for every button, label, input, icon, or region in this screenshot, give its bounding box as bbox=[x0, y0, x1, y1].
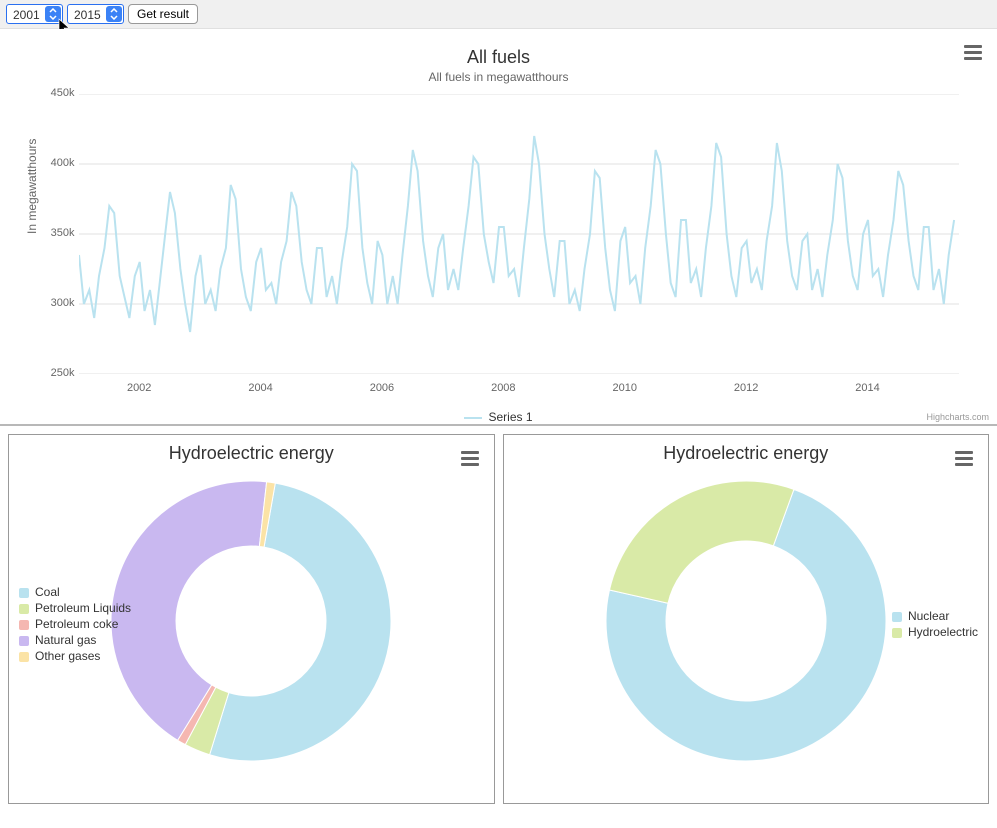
main-chart: All fuels All fuels in megawatthours In … bbox=[0, 29, 997, 424]
legend-item[interactable]: Petroleum Liquids bbox=[19, 601, 131, 615]
y-tick: 400k bbox=[39, 157, 75, 169]
legend-swatch bbox=[19, 620, 29, 630]
legend-swatch bbox=[19, 636, 29, 646]
legend-label: Petroleum Liquids bbox=[35, 601, 131, 615]
panel-right: Hydroelectric energy Nuclear Hydroelectri… bbox=[503, 434, 990, 804]
y-tick: 450k bbox=[39, 87, 75, 99]
donut-chart-right bbox=[601, 476, 891, 766]
x-tick: 2008 bbox=[491, 382, 515, 394]
y-axis-label: In megawatthours bbox=[25, 139, 39, 234]
legend-swatch bbox=[19, 604, 29, 614]
x-tick: 2012 bbox=[734, 382, 758, 394]
line-chart-area: In megawatthours 250k300k350k400k450k 20… bbox=[19, 94, 979, 404]
y-tick: 250k bbox=[39, 367, 75, 379]
y-tick: 350k bbox=[39, 227, 75, 239]
x-tick: 2004 bbox=[248, 382, 272, 394]
chart-menu-button[interactable] bbox=[961, 41, 985, 63]
x-tick: 2002 bbox=[127, 382, 151, 394]
legend-item[interactable]: Nuclear bbox=[892, 609, 978, 623]
donut-chart-left bbox=[106, 476, 396, 766]
legend-item[interactable]: Hydroelectric bbox=[892, 625, 978, 639]
x-tick: 2014 bbox=[855, 382, 879, 394]
legend-label: Nuclear bbox=[908, 609, 949, 623]
x-tick: 2010 bbox=[612, 382, 636, 394]
line-chart-svg bbox=[79, 94, 959, 374]
legend-swatch bbox=[19, 588, 29, 598]
legend-label: Series 1 bbox=[488, 410, 532, 424]
y-tick: 300k bbox=[39, 297, 75, 309]
legend-item[interactable]: Natural gas bbox=[19, 633, 131, 647]
panel-left: Hydroelectric energy Coal Petroleum Liqui… bbox=[8, 434, 495, 804]
donut-legend-right: Nuclear Hydroelectric bbox=[892, 607, 978, 641]
x-tick: 2006 bbox=[370, 382, 394, 394]
get-result-button[interactable]: Get result bbox=[128, 4, 198, 24]
legend-item[interactable]: Petroleum coke bbox=[19, 617, 131, 631]
year-to-select[interactable]: 2015 bbox=[67, 4, 124, 24]
chart-legend: Series 1 bbox=[10, 410, 987, 424]
donut-slice[interactable] bbox=[609, 481, 793, 603]
legend-swatch bbox=[892, 612, 902, 622]
donut-row: Hydroelectric energy Coal Petroleum Liqui… bbox=[0, 424, 997, 812]
legend-swatch bbox=[464, 417, 482, 419]
year-from-select[interactable]: 2001 bbox=[6, 4, 63, 24]
legend-item[interactable]: Coal bbox=[19, 585, 131, 599]
chart-subtitle: All fuels in megawatthours bbox=[10, 70, 987, 84]
chart-title: All fuels bbox=[10, 47, 987, 68]
legend-label: Other gases bbox=[35, 649, 100, 663]
legend-swatch bbox=[19, 652, 29, 662]
panel-title: Hydroelectric energy bbox=[504, 443, 989, 464]
legend-label: Petroleum coke bbox=[35, 617, 118, 631]
panel-title: Hydroelectric energy bbox=[9, 443, 494, 464]
legend-label: Coal bbox=[35, 585, 60, 599]
chart-credits: Highcharts.com bbox=[926, 412, 989, 422]
toolbar: 2001 2015 Get result bbox=[0, 0, 997, 29]
legend-item[interactable]: Other gases bbox=[19, 649, 131, 663]
donut-legend-left: Coal Petroleum Liquids Petroleum coke Natur… bbox=[19, 583, 131, 665]
legend-label: Natural gas bbox=[35, 633, 96, 647]
legend-swatch bbox=[892, 628, 902, 638]
legend-label: Hydroelectric bbox=[908, 625, 978, 639]
